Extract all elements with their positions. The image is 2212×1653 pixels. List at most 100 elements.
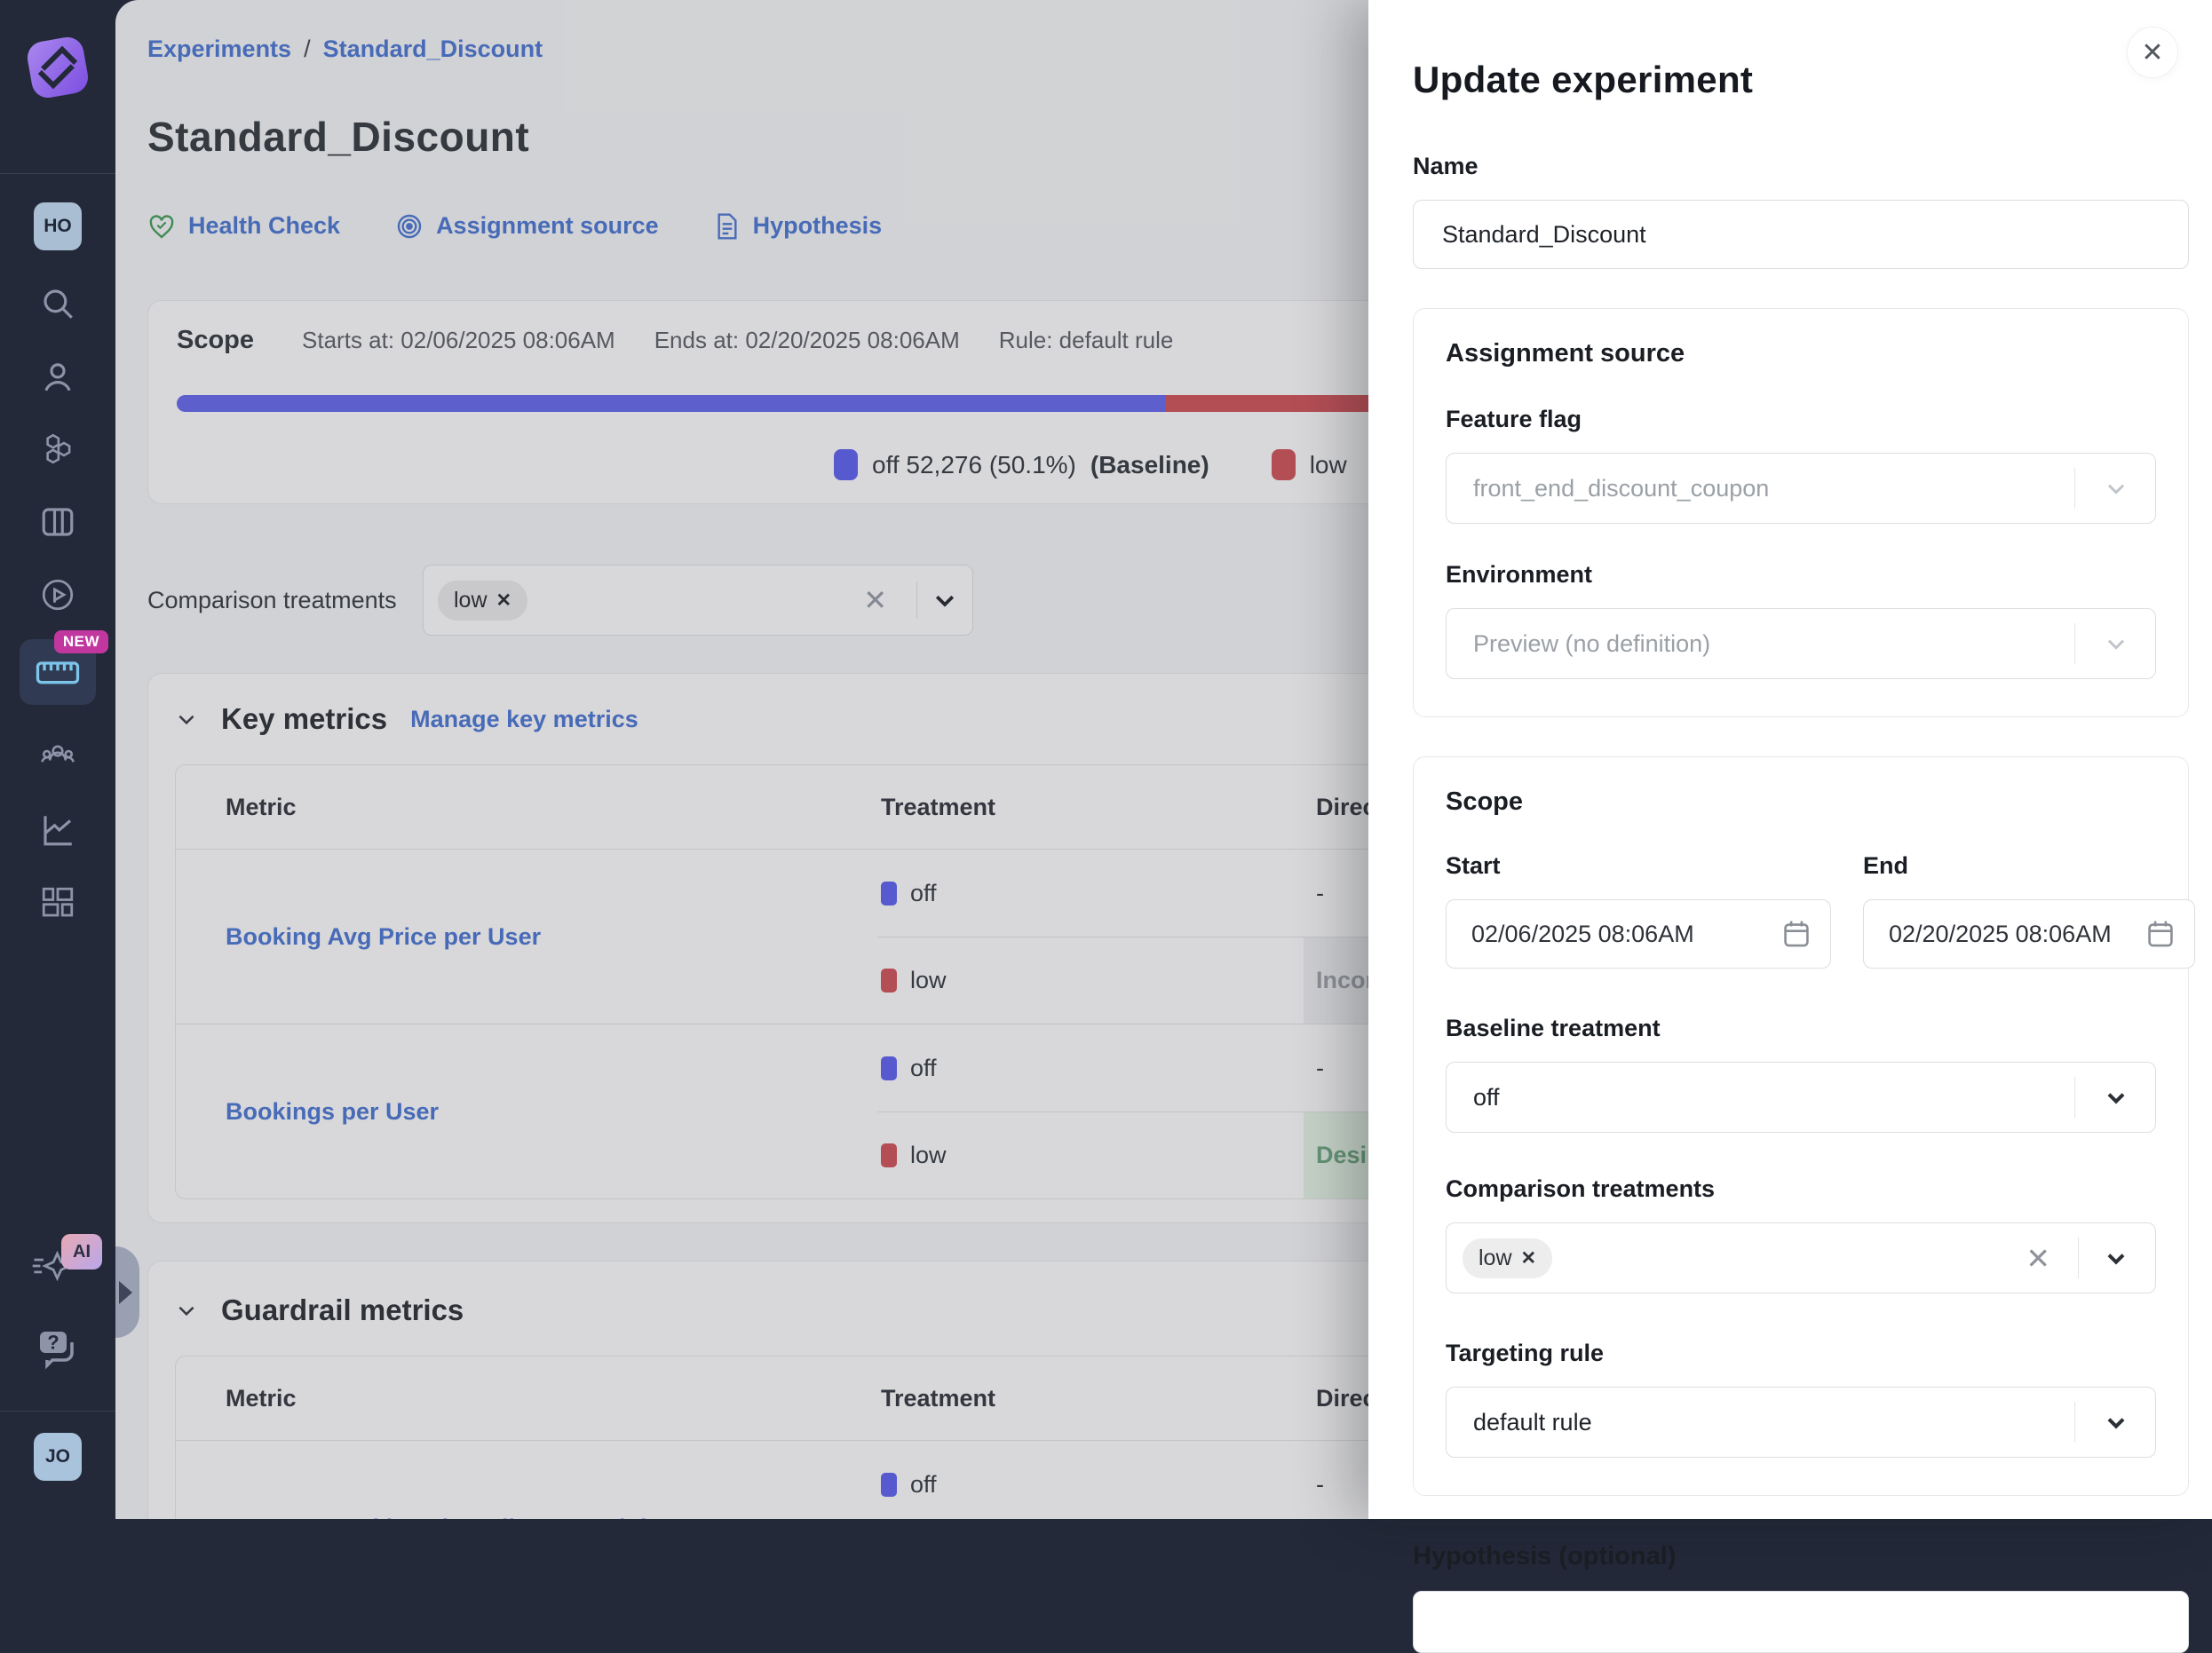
workspace-avatar[interactable]: HO <box>34 202 82 250</box>
chevron-down-icon <box>2102 1083 2130 1111</box>
environment-select[interactable]: Preview (no definition) <box>1446 608 2156 679</box>
tag-remove-icon[interactable]: ✕ <box>1521 1247 1537 1269</box>
assignment-source-card: Assignment source Feature flag front_end… <box>1413 308 2189 717</box>
targeting-rule-label: Targeting rule <box>1446 1340 2156 1367</box>
select-divider <box>2078 1238 2079 1278</box>
metric-link-bookings-per-user[interactable]: Bookings per User <box>226 1098 439 1126</box>
hypothesis-optional-label: Hypothesis (optional) <box>1413 1542 2189 1571</box>
sidebar-item-help[interactable]: ? <box>35 1326 81 1372</box>
baseline-treatment-label: Baseline treatment <box>1446 1015 2156 1042</box>
scope-starts-at: Starts at: 02/06/2025 08:06AM <box>302 327 615 354</box>
svg-text:?: ? <box>47 1332 59 1354</box>
right-arrow-icon <box>119 1281 132 1304</box>
treatment-tag-low[interactable]: low ✕ <box>438 581 527 621</box>
hypothesis-link[interactable]: Hypothesis <box>714 212 883 241</box>
sidebar-item-analytics[interactable] <box>38 811 77 850</box>
name-input[interactable]: Standard_Discount <box>1413 200 2189 269</box>
treatment-cell: off <box>877 1441 1304 1519</box>
breadcrumb-experiments[interactable]: Experiments <box>147 36 291 63</box>
manage-key-metrics-link[interactable]: Manage key metrics <box>410 706 638 733</box>
comparison-treatments-select[interactable]: low ✕ ✕ <box>423 565 973 636</box>
select-divider <box>2074 1077 2075 1118</box>
select-clear-icon[interactable]: ✕ <box>2026 1241 2050 1276</box>
select-divider <box>2074 1402 2075 1443</box>
treatment-swatch <box>881 882 897 906</box>
environment-label: Environment <box>1446 561 2156 589</box>
allocation-segment-off <box>177 395 1166 412</box>
sidebar-item-ai[interactable]: AI <box>31 1246 84 1285</box>
column-metric: Metric <box>176 794 877 821</box>
column-treatment: Treatment <box>877 794 1304 821</box>
play-circle-icon <box>39 576 76 613</box>
name-label: Name <box>1413 153 2189 180</box>
targeting-rule-select[interactable]: default rule <box>1446 1387 2156 1458</box>
legend-item-low: low <box>1272 449 1347 480</box>
chevron-down-icon <box>2102 1244 2130 1272</box>
select-divider <box>916 581 917 619</box>
sidebar-item-columns[interactable] <box>38 502 77 542</box>
sidebar-item-experiments-active[interactable]: NEW <box>20 639 96 705</box>
user-avatar[interactable]: JO <box>34 1433 82 1481</box>
treatment-cell: low <box>877 937 1304 1024</box>
baseline-treatment-value: off <box>1473 1084 1500 1111</box>
close-icon: ✕ <box>2141 37 2163 68</box>
scope-title: Scope <box>1446 787 2156 817</box>
calendar-icon[interactable] <box>1782 919 1811 949</box>
scope-card: Scope Start 02/06/2025 08:06AM End 02/20… <box>1413 756 2189 1496</box>
breadcrumb-separator: / <box>304 36 311 63</box>
sidebar-item-dashboards[interactable] <box>38 883 77 922</box>
columns-icon <box>39 503 76 541</box>
update-experiment-panel: ✕ Update experiment Name Standard_Discou… <box>1368 0 2212 1519</box>
ruler-icon <box>36 654 80 690</box>
breadcrumb-current[interactable]: Standard_Discount <box>323 36 543 63</box>
sidebar-item-launch[interactable] <box>38 575 77 614</box>
sidebar-item-users[interactable] <box>38 357 77 396</box>
metric-link-booking-avg-price[interactable]: Booking Avg Price per User <box>226 923 541 951</box>
treatment-swatch <box>881 969 897 993</box>
sidebar-item-flags[interactable] <box>38 430 77 469</box>
metric-link-guardrail[interactable]: Average Bookings in Dollars per Night <box>226 1515 663 1520</box>
sidebar-item-audiences[interactable] <box>38 738 77 777</box>
collapse-chevron-icon[interactable] <box>175 1299 198 1322</box>
legend-baseline-tag: (Baseline) <box>1090 451 1209 479</box>
comparison-treatments-select[interactable]: low ✕ ✕ <box>1446 1222 2156 1293</box>
sidebar-item-search[interactable] <box>38 284 77 323</box>
app-logo-icon <box>20 30 95 105</box>
end-label: End <box>1863 852 2195 880</box>
start-date-input[interactable]: 02/06/2025 08:06AM <box>1446 899 1831 969</box>
hexagons-icon <box>39 431 76 468</box>
target-icon <box>395 212 424 241</box>
legend-swatch-off <box>834 449 858 480</box>
line-chart-icon <box>39 811 76 849</box>
treatment-cell: off <box>877 1024 1304 1111</box>
feature-flag-select[interactable]: front_end_discount_coupon <box>1446 453 2156 524</box>
panel-title: Update experiment <box>1413 59 2189 101</box>
treatment-tag-low[interactable]: low ✕ <box>1463 1238 1552 1278</box>
start-label: Start <box>1446 852 1831 880</box>
start-field: Start 02/06/2025 08:06AM <box>1446 852 1831 969</box>
environment-value: Preview (no definition) <box>1473 630 1710 658</box>
drawer-expand-handle[interactable] <box>115 1246 139 1338</box>
column-treatment: Treatment <box>877 1385 1304 1412</box>
targeting-rule-value: default rule <box>1473 1409 1592 1436</box>
select-clear-icon[interactable]: ✕ <box>863 583 887 617</box>
health-check-link[interactable]: Health Check <box>147 212 340 241</box>
comparison-treatments-label: Comparison treatments <box>147 587 423 614</box>
treatment-cell: off <box>877 850 1304 937</box>
baseline-treatment-select[interactable]: off <box>1446 1062 2156 1133</box>
calendar-icon[interactable] <box>2146 919 2175 949</box>
close-button[interactable]: ✕ <box>2127 27 2178 78</box>
search-icon <box>39 285 76 322</box>
end-date-input[interactable]: 02/20/2025 08:06AM <box>1863 899 2195 969</box>
chevron-down-icon[interactable] <box>932 587 958 613</box>
app-logo[interactable] <box>0 0 115 174</box>
assignment-source-title: Assignment source <box>1446 339 2156 368</box>
feature-flag-label: Feature flag <box>1446 406 2156 433</box>
hypothesis-textarea[interactable] <box>1413 1591 2189 1653</box>
assignment-source-link[interactable]: Assignment source <box>395 212 659 241</box>
collapse-chevron-icon[interactable] <box>175 708 198 731</box>
guardrail-metrics-title: Guardrail metrics <box>221 1293 464 1327</box>
legend-label-off: off 52,276 (50.1%) <box>872 451 1076 479</box>
tag-remove-icon[interactable]: ✕ <box>496 589 512 612</box>
select-divider <box>2074 623 2075 664</box>
